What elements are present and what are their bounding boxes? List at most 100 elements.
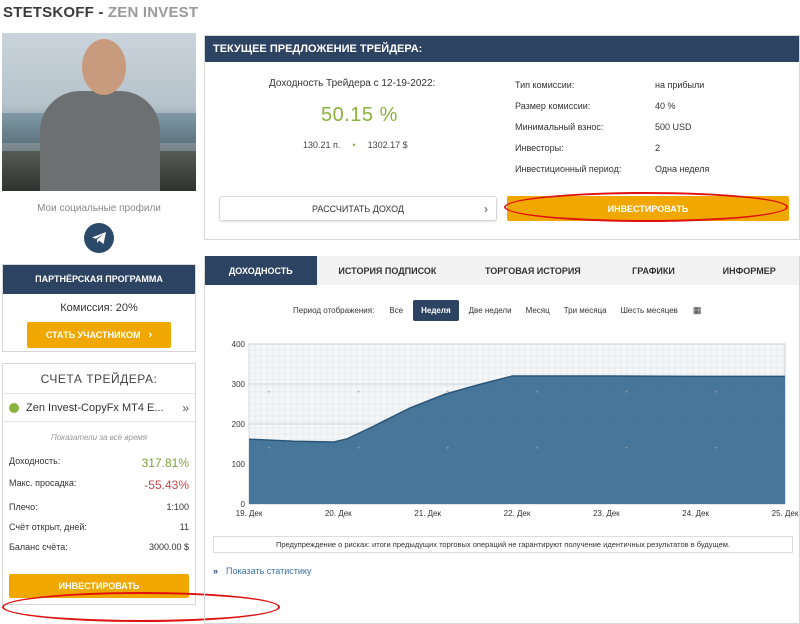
trader-photo: [2, 33, 196, 191]
partner-program-title: ПАРТНЁРСКАЯ ПРОГРАММА: [3, 265, 195, 294]
stat-value: 3000.00 $: [148, 542, 189, 552]
telegram-icon[interactable]: [84, 223, 114, 253]
grid-marker: +: [357, 446, 361, 452]
detail-label: Тип комиссии:: [515, 80, 575, 90]
period-option-six-months[interactable]: Шесть месяцев: [621, 306, 678, 315]
grid-marker: +: [267, 390, 271, 396]
detail-row: Инвесторы: 2: [515, 143, 785, 164]
invest-button-left[interactable]: ИНВЕСТИРОВАТЬ: [9, 574, 189, 598]
profit-points: 130.21 п.: [303, 140, 341, 150]
grid-marker: +: [357, 390, 361, 396]
grid-marker: +: [714, 390, 718, 396]
x-tick-label: 21. Дек: [414, 509, 441, 518]
stat-label: Баланс счёта:: [9, 542, 68, 552]
calculate-income-button[interactable]: РАССЧИТАТЬ ДОХОД ›: [219, 196, 497, 221]
bullet-separator: •: [352, 140, 356, 150]
stat-label: Счёт открыт, дней:: [9, 522, 87, 532]
x-tick-label: 23. Дек: [593, 509, 620, 518]
chevron-right-icon: ›: [148, 329, 153, 341]
account-name: Zen Invest-CopyFx MT4 E...: [26, 401, 164, 414]
grid-marker: +: [535, 390, 539, 396]
profit-amount: 1302.17 $: [367, 140, 408, 150]
double-chevron-icon: »: [213, 566, 219, 576]
detail-label: Инвестиционный период:: [515, 164, 622, 174]
status-dot-icon: [9, 402, 19, 413]
grid-marker: +: [267, 446, 271, 452]
detail-row: Инвестиционный период: Одна неделя: [515, 164, 785, 185]
calculate-income-label: РАССЧИТАТЬ ДОХОД: [311, 203, 405, 214]
y-tick-label: 300: [232, 380, 246, 389]
x-tick-label: 20. Дек: [325, 509, 352, 518]
profit-title: Доходность Трейдера с 12-19-2022:: [269, 78, 436, 89]
period-option-all[interactable]: Все: [389, 306, 403, 315]
invest-button-offer[interactable]: ИНВЕСТИРОВАТЬ: [507, 196, 789, 221]
partner-program-panel: ПАРТНЁРСКАЯ ПРОГРАММА Комиссия: 20% СТАТ…: [2, 264, 196, 352]
detail-label: Минимальный взнос:: [515, 122, 604, 132]
show-statistics-label: Показать статистику: [226, 566, 312, 576]
tab-informer[interactable]: ИНФОРМЕР: [699, 256, 799, 285]
y-tick-label: 0: [241, 500, 246, 509]
grid-marker: +: [446, 390, 450, 396]
detail-label: Размер комиссии:: [515, 101, 591, 111]
detail-value: 500 USD: [655, 122, 692, 132]
double-chevron-icon: »: [182, 400, 189, 415]
tabs-panel: ДОХОДНОСТЬ ИСТОРИЯ ПОДПИСОК ТОРГОВАЯ ИСТ…: [204, 256, 800, 624]
tab-bar: ДОХОДНОСТЬ ИСТОРИЯ ПОДПИСОК ТОРГОВАЯ ИСТ…: [205, 256, 799, 285]
period-label: Период отображения:: [293, 306, 375, 315]
detail-value: на прибыли: [655, 80, 705, 90]
stat-value: 1:100: [166, 502, 189, 512]
brand-name: STETSKOFF: [3, 4, 94, 21]
offer-details: Тип комиссии: на прибыли Размер комиссии:…: [515, 80, 785, 185]
x-tick-label: 25. Дек: [772, 509, 799, 518]
period-option-month[interactable]: Месяц: [526, 306, 550, 315]
stat-row: Макс. просадка: -55.43%: [3, 478, 195, 492]
become-participant-label: СТАТЬ УЧАСТНИКОМ: [45, 330, 141, 340]
detail-value: Одна неделя: [655, 164, 710, 174]
tab-profitability[interactable]: ДОХОДНОСТЬ: [205, 256, 317, 285]
stats-caption: Показатели за всё время: [50, 433, 148, 442]
calendar-icon[interactable]: ▦: [693, 305, 702, 316]
tab-subscription-history[interactable]: ИСТОРИЯ ПОДПИСОК: [317, 256, 459, 285]
period-option-three-months[interactable]: Три месяца: [564, 306, 607, 315]
stat-row: Баланс счёта: 3000.00 $: [3, 542, 195, 552]
detail-value: 40 %: [655, 101, 676, 111]
profit-chart-svg: 0 100 200 300 400 19. Дек 20. Дек 21. Дек 22. Де…: [232, 340, 799, 518]
tab-trading-history[interactable]: ТОРГОВАЯ ИСТОРИЯ: [458, 256, 608, 285]
grid-marker: +: [535, 446, 539, 452]
grid-marker: +: [446, 446, 450, 452]
chevron-right-icon: ›: [484, 201, 488, 216]
stat-label: Плечо:: [9, 502, 38, 512]
profit-amounts: 130.21 п. • 1302.17 $: [303, 140, 408, 150]
y-tick-label: 400: [232, 340, 246, 349]
stat-row: Счёт открыт, дней: 11: [3, 522, 195, 532]
x-tick-label: 19. Дек: [236, 509, 263, 518]
y-tick-label: 200: [232, 420, 246, 429]
brand-sub: ZEN INVEST: [107, 4, 199, 21]
profit-value: 50.15 %: [321, 104, 398, 126]
grid-marker: +: [714, 446, 718, 452]
tab-charts[interactable]: ГРАФИКИ: [608, 256, 700, 285]
become-participant-button[interactable]: СТАТЬ УЧАСТНИКОМ ›: [27, 322, 171, 348]
stat-value: -55.43%: [144, 478, 189, 492]
show-statistics-link[interactable]: » Показать статистику: [213, 566, 311, 576]
detail-row: Минимальный взнос: 500 USD: [515, 122, 785, 143]
left-column: Мои социальные профили ПАРТНЁРСКАЯ ПРОГР…: [2, 33, 196, 605]
x-tick-label: 24. Дек: [682, 509, 709, 518]
accounts-title: СЧЕТА ТРЕЙДЕРА:: [3, 364, 195, 394]
social-profiles-label: Мои социальные профили: [37, 203, 161, 214]
brand-separator: -: [93, 4, 108, 21]
account-selector[interactable]: Zen Invest-CopyFx MT4 E... »: [3, 394, 195, 422]
period-option-week[interactable]: Неделя: [413, 300, 459, 321]
stat-label: Макс. просадка:: [9, 478, 77, 488]
profit-chart: 0 100 200 300 400 19. Дек 20. Дек 21. Дек 22. Де…: [207, 336, 799, 526]
stat-row: Плечо: 1:100: [3, 502, 195, 512]
stat-row: Доходность: 317.81%: [3, 456, 195, 470]
trader-accounts-panel: СЧЕТА ТРЕЙДЕРА: Zen Invest-CopyFx MT4 E.…: [2, 363, 196, 605]
grid-marker: +: [625, 446, 629, 452]
stat-value: 11: [179, 522, 189, 532]
grid-marker: +: [625, 390, 629, 396]
period-option-two-weeks[interactable]: Две недели: [469, 306, 512, 315]
period-selector: Период отображения: Все Неделя Две недел…: [293, 300, 701, 321]
partner-commission: Комиссия: 20%: [60, 302, 138, 314]
brand-title: STETSKOFF - ZEN INVEST: [3, 4, 198, 21]
